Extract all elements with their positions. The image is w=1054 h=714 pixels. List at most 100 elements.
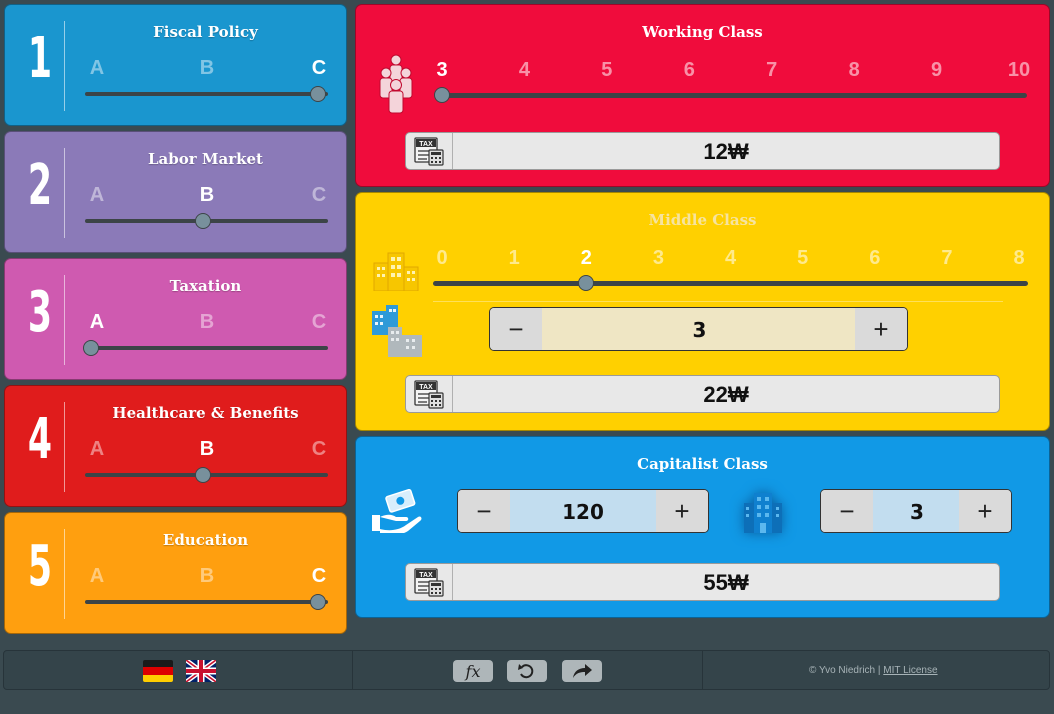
middle-class-companies-stepper[interactable]: − 3 +: [489, 307, 908, 351]
policy-option-c[interactable]: C: [307, 438, 331, 461]
scale-tick[interactable]: 6: [860, 247, 890, 270]
policy-option-a[interactable]: A: [85, 57, 109, 80]
policy-option-b[interactable]: B: [195, 565, 219, 588]
middle-class-panel: Middle Class 0 1 2 3 4 5 6 7 8 − 3 + TAX 22₩: [355, 192, 1050, 431]
capitalist-companies-value[interactable]: 3: [873, 490, 961, 532]
working-class-tax-bar: TAX 12₩: [405, 132, 1000, 170]
policy-title: Taxation: [169, 277, 242, 295]
scale-tick[interactable]: 8: [839, 59, 869, 82]
policy-option-b[interactable]: B: [195, 57, 219, 80]
capitalist-class-tax-value: 55₩: [703, 570, 749, 595]
policy-card-2: 2 Labor Market A B C: [4, 131, 347, 253]
undo-button[interactable]: [507, 660, 547, 682]
building-icon: [372, 249, 420, 296]
working-class-slider-thumb[interactable]: [434, 87, 450, 103]
policy-option-c[interactable]: C: [307, 565, 331, 588]
share-button[interactable]: [562, 660, 602, 682]
scale-tick[interactable]: 7: [932, 247, 962, 270]
policy-option-b[interactable]: B: [195, 311, 219, 334]
workers-group-icon: [376, 53, 416, 120]
policy-card-3: 3 Taxation A B C: [4, 258, 347, 380]
policy-slider-thumb[interactable]: [310, 594, 326, 610]
working-class-tax-value: 12₩: [703, 139, 749, 164]
policy-option-a[interactable]: A: [85, 438, 109, 461]
capitalist-capital-value[interactable]: 120: [510, 490, 656, 532]
decrement-button[interactable]: −: [821, 490, 873, 532]
policy-option-b[interactable]: B: [195, 184, 219, 207]
footer-bar: fx © Yvo Niedrich | MIT License: [3, 650, 1050, 690]
policy-number: 1: [27, 26, 53, 91]
policy-title: Labor Market: [148, 150, 263, 168]
divider: [433, 301, 1003, 302]
german-flag-icon[interactable]: [143, 660, 173, 682]
working-class-title: Working Class: [642, 23, 763, 41]
increment-button[interactable]: +: [656, 490, 708, 532]
uk-flag-icon[interactable]: [184, 658, 218, 687]
policy-slider-thumb[interactable]: [83, 340, 99, 356]
middle-class-companies-value[interactable]: 3: [542, 308, 857, 350]
capitalist-companies-stepper[interactable]: − 3 +: [820, 489, 1012, 533]
formula-button[interactable]: fx: [453, 660, 493, 682]
policy-option-c[interactable]: C: [307, 57, 331, 80]
policy-slider-track[interactable]: [85, 92, 328, 96]
buildings-icon: [370, 305, 426, 362]
tax-calculator-icon: TAX: [406, 133, 453, 169]
copyright-text: © Yvo Niedrich |: [809, 665, 881, 676]
decrement-button[interactable]: −: [490, 308, 542, 350]
footer-divider: [352, 651, 353, 689]
svg-text:TAX: TAX: [419, 141, 433, 148]
credit-text: © Yvo Niedrich | MIT License: [809, 665, 938, 676]
policy-option-c[interactable]: C: [307, 311, 331, 334]
policy-number: 5: [27, 534, 53, 599]
policy-card-5: 5 Education A B C: [4, 512, 347, 634]
policy-card-4: 4 Healthcare & Benefits A B C: [4, 385, 347, 507]
working-class-panel: Working Class 3 4 5 6 7 8 9 10 TAX 12₩: [355, 4, 1050, 187]
policy-option-a[interactable]: A: [85, 565, 109, 588]
policy-title: Education: [162, 531, 249, 549]
scale-tick[interactable]: 2: [571, 247, 601, 270]
policy-slider-thumb[interactable]: [195, 213, 211, 229]
policy-option-a[interactable]: A: [85, 184, 109, 207]
scale-tick[interactable]: 5: [592, 59, 622, 82]
scale-tick[interactable]: 7: [757, 59, 787, 82]
increment-button[interactable]: +: [855, 308, 907, 350]
scale-tick[interactable]: 9: [922, 59, 952, 82]
scale-tick[interactable]: 8: [1004, 247, 1034, 270]
tax-calculator-icon: TAX: [406, 376, 453, 412]
policy-slider-track[interactable]: [85, 600, 328, 604]
middle-class-slider-thumb[interactable]: [578, 275, 595, 291]
increment-button[interactable]: +: [959, 490, 1011, 532]
decrement-button[interactable]: −: [458, 490, 510, 532]
middle-class-tax-bar: TAX 22₩: [405, 375, 1000, 413]
policy-option-c[interactable]: C: [307, 184, 331, 207]
working-class-slider-track[interactable]: [440, 93, 1027, 98]
undo-icon: [518, 664, 534, 679]
capitalist-capital-stepper[interactable]: − 120 +: [457, 489, 709, 533]
scale-tick[interactable]: 4: [716, 247, 746, 270]
policy-number: 4: [27, 407, 53, 472]
license-link[interactable]: MIT License: [883, 665, 937, 676]
policy-slider-thumb[interactable]: [195, 467, 211, 483]
scale-tick[interactable]: 10: [1004, 59, 1034, 82]
scale-tick[interactable]: 5: [788, 247, 818, 270]
tax-calculator-icon: TAX: [406, 564, 453, 600]
scale-tick[interactable]: 1: [499, 247, 529, 270]
policy-option-b[interactable]: B: [195, 438, 219, 461]
scale-tick[interactable]: 6: [674, 59, 704, 82]
capitalist-class-tax-bar: TAX 55₩: [405, 563, 1000, 601]
capitalist-class-title: Capitalist Class: [637, 455, 768, 473]
scale-tick[interactable]: 3: [643, 247, 673, 270]
money-hand-icon: [370, 488, 424, 538]
scale-tick[interactable]: 4: [509, 59, 539, 82]
middle-class-slider-track[interactable]: [433, 281, 1028, 286]
capitalist-class-panel: Capitalist Class − 120 + − 3 + TAX 55₩: [355, 436, 1050, 618]
office-building-icon: [740, 489, 786, 540]
svg-text:TAX: TAX: [419, 572, 433, 579]
policy-slider-thumb[interactable]: [310, 86, 326, 102]
policy-slider-track[interactable]: [85, 346, 328, 350]
footer-divider: [702, 651, 703, 689]
scale-tick[interactable]: 0: [427, 247, 457, 270]
scale-tick[interactable]: 3: [427, 59, 457, 82]
policy-option-a[interactable]: A: [85, 311, 109, 334]
policy-number: 3: [27, 280, 53, 345]
